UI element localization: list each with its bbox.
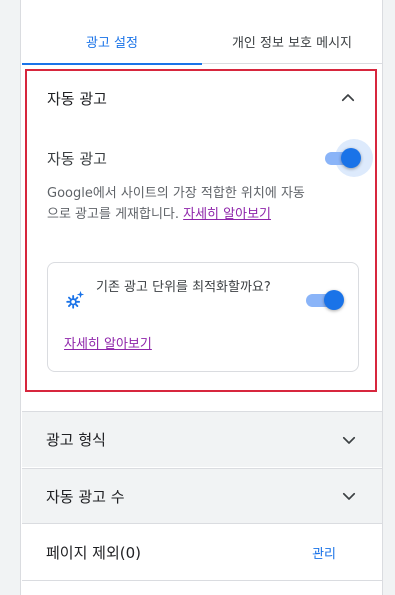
optimize-existing-units-text: 기존 광고 단위를 최적화할까요? <box>96 280 271 295</box>
optimize-learn-more-link[interactable]: 자세히 알아보기 <box>64 333 152 352</box>
tab-privacy-messages[interactable]: 개인 정보 보호 메시지 <box>202 18 382 64</box>
manage-exclusions-link[interactable]: 관리 <box>312 543 336 562</box>
chevron-down-icon <box>342 492 356 500</box>
optimize-existing-units-card: 기존 광고 단위를 최적화할까요? 자세히 알아보기 <box>47 262 359 372</box>
chevron-up-icon <box>341 94 355 102</box>
tab-ad-settings[interactable]: 광고 설정 <box>22 18 202 65</box>
auto-ads-description: Google에서 사이트의 가장 적합한 위치에 자동으로 광고를 게재합니다.… <box>47 183 307 225</box>
auto-ads-toggle-row: 자동 광고 <box>47 139 373 177</box>
toggle-knob <box>324 290 344 310</box>
ad-formats-section-header[interactable]: 광고 형식 <box>22 411 382 467</box>
tab-bar: 광고 설정 개인 정보 보호 메시지 <box>22 18 382 65</box>
toggle-knob <box>341 148 361 168</box>
page-exclusions-row: 페이지 제외(0) 관리 <box>22 525 382 581</box>
active-tab-indicator <box>22 63 202 65</box>
auto-ads-section: 자동 광고 자동 광고 Google에서 사이트의 가장 적합한 위치에 자동으… <box>25 69 377 392</box>
page-exclusions-title: 페이지 제외(0) <box>46 544 142 562</box>
ad-settings-panel: 광고 설정 개인 정보 보호 메시지 자동 광고 자동 광고 Google에서 … <box>22 0 382 595</box>
auto-ads-section-header[interactable]: 자동 광고 <box>27 71 375 125</box>
optimize-existing-units-toggle[interactable] <box>306 288 348 312</box>
ad-load-title: 자동 광고 수 <box>46 487 125 506</box>
chevron-down-icon <box>342 436 356 444</box>
sparkle-gear-icon <box>66 290 85 309</box>
tab-ad-settings-label: 광고 설정 <box>86 35 138 51</box>
auto-ads-section-title: 자동 광고 <box>47 89 107 108</box>
ad-formats-title: 광고 형식 <box>46 431 106 449</box>
auto-ads-toggle[interactable] <box>325 139 373 177</box>
left-gutter <box>0 0 21 595</box>
ad-load-section-header[interactable]: 자동 광고 수 <box>22 468 382 524</box>
auto-ads-learn-more-link[interactable]: 자세히 알아보기 <box>183 207 271 222</box>
auto-ads-toggle-label: 자동 광고 <box>47 149 107 168</box>
tab-privacy-messages-label: 개인 정보 보호 메시지 <box>231 35 353 51</box>
scrollbar-track[interactable] <box>382 0 395 595</box>
